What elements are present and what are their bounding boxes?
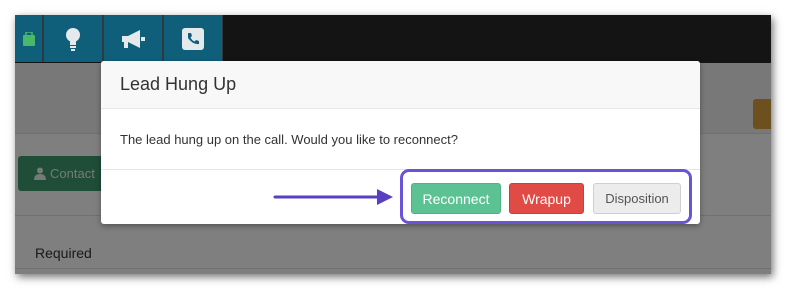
topbar-button-briefcase[interactable]	[15, 15, 43, 62]
top-nav-bar	[15, 15, 771, 63]
briefcase-icon	[22, 31, 35, 46]
modal-header: Lead Hung Up	[101, 61, 700, 109]
topbar-button-phone[interactable]	[163, 15, 223, 62]
highlight-annotation-box	[400, 169, 692, 224]
app-window: Contact Required Lead Hung Up The lead h…	[15, 15, 771, 274]
megaphone-icon	[120, 29, 146, 49]
modal-title: Lead Hung Up	[120, 74, 237, 94]
topbar-button-announcements[interactable]	[103, 15, 163, 62]
topbar-button-ideas[interactable]	[43, 15, 103, 62]
modal-body: The lead hung up on the call. Would you …	[101, 109, 700, 170]
arrow-annotation-icon	[273, 189, 393, 205]
phone-icon	[182, 27, 204, 50]
modal-message: The lead hung up on the call. Would you …	[120, 131, 458, 147]
lightbulb-icon	[64, 27, 82, 51]
